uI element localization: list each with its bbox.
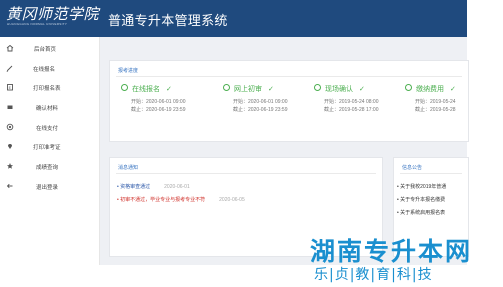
check-icon: ✓ (359, 86, 365, 93)
step-name: 网上初审 (234, 86, 262, 93)
step-fee-payment: 缴纳费用 ✓ 开始：2019-05-24 截止：2019-05-28 (405, 84, 467, 122)
check-icon: ✓ (450, 86, 456, 93)
step-name: 缴纳费用 (416, 86, 444, 93)
notices-panel-title: 消息通知 (118, 165, 139, 171)
notice-item[interactable]: • 初审不通过，毕业专业与报考专业不符 2020-06-05 (117, 196, 245, 203)
check-icon: ✓ (268, 86, 274, 93)
step-start-time: 开始：2020-06-01 09:00 (131, 99, 186, 105)
sidebar-item-print-admission-ticket[interactable]: 打印准考证 (0, 138, 99, 156)
step-circle-icon (314, 84, 321, 91)
arrow-left-icon (6, 183, 13, 189)
step-name: 现场确认 (325, 86, 353, 93)
announcement-item[interactable]: • 关于专升本报名缴费 (397, 196, 467, 203)
location-icon (8, 144, 12, 149)
sidebar-item-print-form[interactable]: E 打印报名表 (0, 79, 99, 97)
sidebar-item-label: 在线支付 (36, 126, 59, 132)
step-end-time: 截止：2019-05-28 17:00 (324, 107, 379, 113)
star-icon (7, 163, 13, 169)
step-start-time: 开始：2019-05-24 (415, 99, 456, 105)
sidebar-item-score-query[interactable]: 成绩查询 (0, 158, 99, 176)
system-title: 普通专升本管理系统 (108, 13, 228, 28)
step-online-review: 网上初审 ✓ 开始：2020-06-01 09:00 截止：2020-06-19 … (223, 84, 315, 122)
step-start-time: 开始：2019-05-24 08:00 (324, 99, 379, 105)
watermark-subtitle: 乐|贞|教|育|科|技 (314, 267, 433, 283)
university-logo-english: HUANGGANG NORMAL UNIVERSITY (7, 22, 68, 26)
sidebar-item-label: 确认材料 (36, 106, 59, 112)
pencil-icon (6, 65, 13, 72)
step-end-time: 截止：2020-06-19 23:59 (131, 107, 186, 113)
sidebar-item-label: 打印报名表 (33, 86, 61, 92)
announcement-text: 关于系统启用报名表 (400, 210, 446, 216)
sidebar-item-label: 打印准考证 (33, 145, 61, 151)
sidebar-nav: 后台首页 在线报名 E 打印报名表 确认材料 在线支付 打印准考证 成绩查询 退… (0, 37, 100, 265)
sidebar-item-online-registration[interactable]: 在线报名 (0, 60, 99, 78)
sidebar-item-logout[interactable]: 退出登录 (0, 178, 99, 196)
notice-text: 初审不通过，毕业专业与报考专业不符 (120, 197, 206, 203)
sidebar-item-online-payment[interactable]: 在线支付 (0, 119, 99, 137)
announcements-panel-title: 信息公告 (402, 165, 423, 171)
step-online-registration: 在线报名 ✓ 开始：2020-06-01 09:00 截止：2020-06-19 … (121, 84, 213, 122)
print-icon: E (7, 84, 13, 91)
check-icon: ✓ (166, 86, 172, 93)
step-end-time: 截止：2020-06-19 23:59 (233, 107, 288, 113)
announcement-text: 关于专升本报名缴费 (400, 197, 446, 203)
announcement-text: 关于我校2019年普通 (400, 184, 447, 190)
step-end-time: 截止：2019-05-28 (415, 107, 456, 113)
announcement-item[interactable]: • 关于我校2019年普通 (397, 183, 467, 190)
sidebar-item-label: 退出登录 (36, 185, 59, 191)
watermark-logo: 湖南专升本网 (310, 237, 473, 266)
announcement-item[interactable]: • 关于系统启用报名表 (397, 209, 467, 216)
step-start-time: 开始：2020-06-01 09:00 (233, 99, 288, 105)
step-name: 在线报名 (132, 86, 160, 93)
progress-panel-title: 报考进度 (118, 68, 139, 74)
sidebar-item-label: 在线报名 (33, 67, 56, 73)
notice-item[interactable]: • 资格审查通过 2020-06-01 (117, 183, 190, 190)
payment-icon (6, 123, 14, 131)
notice-date: 2020-06-05 (219, 197, 245, 203)
sidebar-item-confirm-materials[interactable]: 确认材料 (0, 99, 99, 117)
step-onsite-confirmation: 现场确认 ✓ 开始：2019-05-24 08:00 截止：2019-05-28 … (314, 84, 406, 122)
step-circle-icon (121, 84, 128, 91)
step-circle-icon (223, 84, 230, 91)
divider (400, 173, 462, 174)
notice-date: 2020-06-01 (164, 184, 190, 190)
divider (116, 173, 376, 174)
sidebar-item-label: 成绩查询 (36, 165, 59, 171)
notice-text: 资格审查通过 (120, 184, 151, 190)
folder-icon (7, 105, 13, 109)
sidebar-item-home[interactable]: 后台首页 (0, 40, 99, 58)
step-circle-icon (405, 84, 412, 91)
top-header: 黄冈师范学院 HUANGGANG NORMAL UNIVERSITY 普通专升本… (0, 0, 467, 37)
sidebar-item-label: 后台首页 (34, 47, 57, 53)
home-icon (6, 44, 14, 52)
svg-text:E: E (9, 86, 12, 90)
divider (116, 76, 462, 77)
university-logo[interactable]: 黄冈师范学院 (6, 3, 99, 24)
